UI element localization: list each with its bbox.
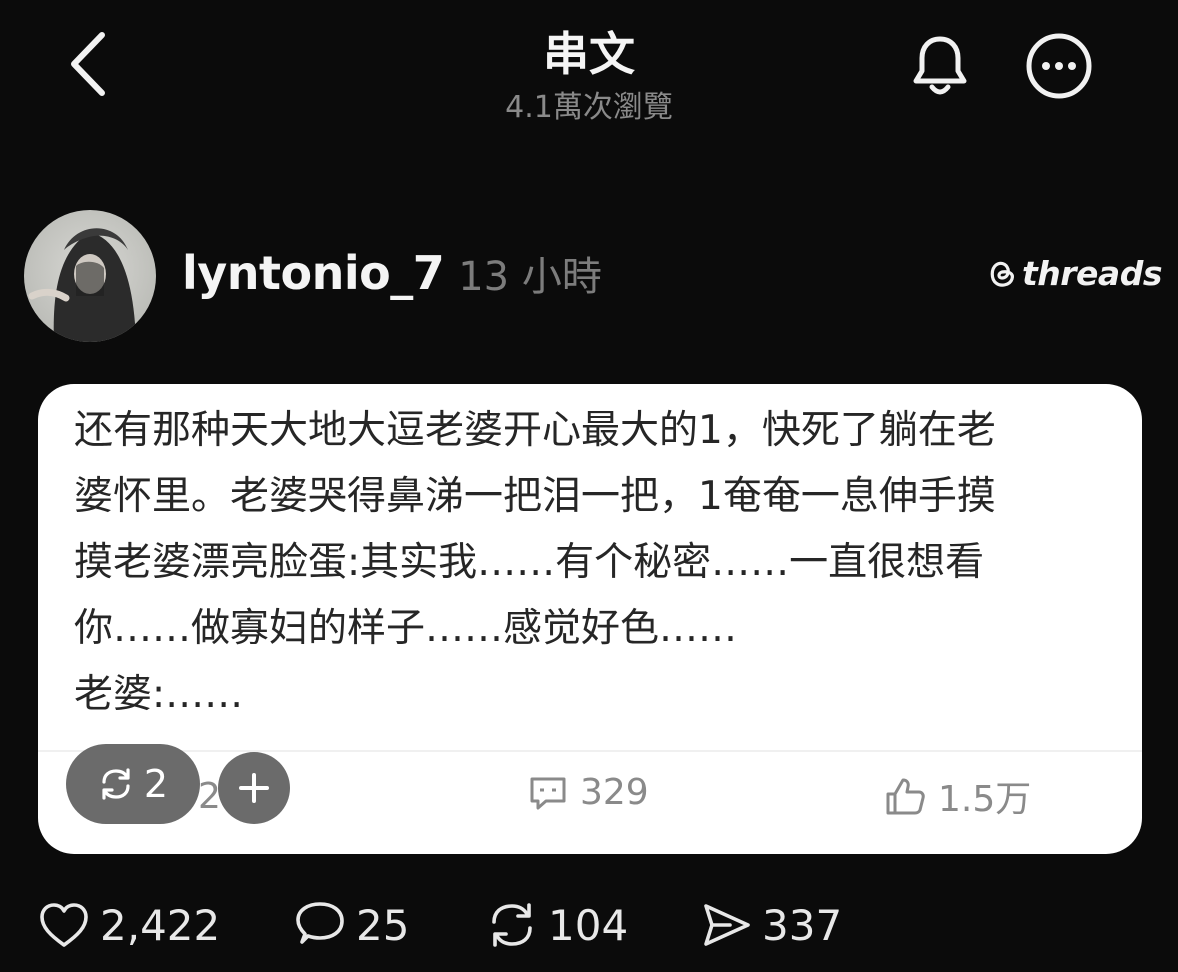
page-title: 串文 [543,27,635,81]
card-divider [38,750,1142,752]
post-meta: lyntonio_7 13 小時 [182,238,602,308]
send-icon [704,904,750,946]
avatar-image [24,210,156,342]
repost-count: 104 [548,900,629,950]
repost-icon [492,903,532,947]
card-comments-count: 329 [580,772,649,813]
share-button[interactable]: 337 [700,890,842,960]
username[interactable]: lyntonio_7 [182,246,445,300]
threads-logo-text: threads [1022,253,1162,293]
heart-icon [40,903,88,947]
more-horizontal-icon [1026,33,1092,99]
post-time: 13 小時 [458,254,602,300]
like-count: 2,422 [100,900,221,950]
share-count: 337 [762,900,843,950]
more-options-button[interactable] [1023,30,1095,102]
plus-icon [239,773,269,803]
notifications-button[interactable] [904,30,976,102]
reposted-by-count: 2 [143,762,169,806]
repost-icon [102,768,130,800]
card-likes: 1.5万 [884,770,1031,822]
screenshot-card: 还有那种天大地大逗老婆开心最大的1，快死了躺在老 婆怀里。老婆哭得鼻涕一把泪一把… [38,384,1142,854]
reply-button[interactable]: 25 [294,890,409,960]
action-bar: 2,422 25 104 337 [0,890,1178,960]
card-likes-count: 1.5万 [938,779,1032,820]
threads-watermark: threads [986,250,1162,296]
card-text: 还有那种天大地大逗老婆开心最大的1，快死了躺在老 婆怀里。老婆哭得鼻涕一把泪一把… [74,408,996,717]
thumbs-up-icon [886,778,925,815]
bell-icon [913,36,967,95]
threads-logo-icon [990,261,1014,287]
view-count: 4.1萬次瀏覽 [505,90,673,125]
speech-bubble-icon [296,902,344,944]
reply-count: 25 [356,900,410,950]
repost-button[interactable]: 104 [486,890,628,960]
comment-icon [530,777,566,809]
top-bar: 串文 4.1萬次瀏覽 [0,0,1178,140]
add-button[interactable] [218,752,290,824]
like-button[interactable]: 2,422 [38,890,220,960]
avatar[interactable] [24,210,156,342]
card-comments: 329 [528,772,649,813]
reposted-by-button[interactable]: 2 [66,744,200,824]
